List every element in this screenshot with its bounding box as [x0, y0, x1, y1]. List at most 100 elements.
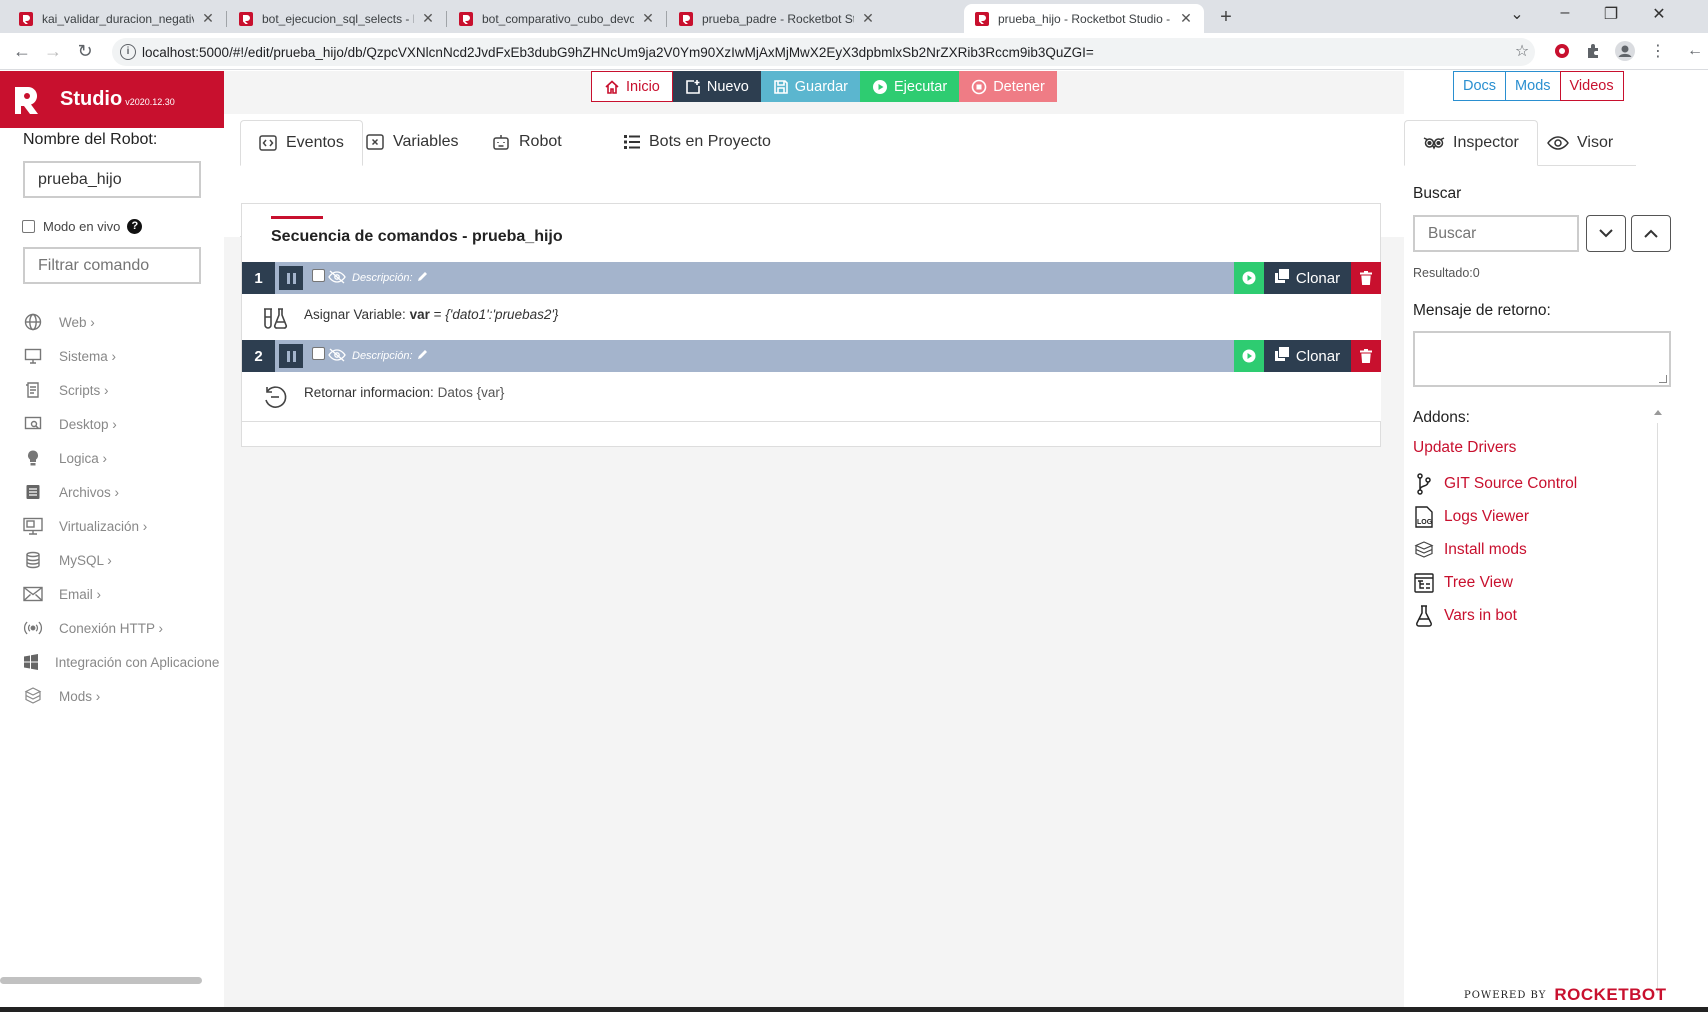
- addon-logs-viewer[interactable]: LOG Logs Viewer: [1413, 505, 1529, 529]
- pause-icon[interactable]: [279, 266, 303, 290]
- addon-tree-view[interactable]: Tree View: [1413, 571, 1513, 595]
- browser-tab-title: prueba_padre - Rocketbot Studio: [702, 11, 854, 26]
- tab-visor[interactable]: Visor: [1529, 120, 1631, 166]
- category-mysql[interactable]: MySQL ›: [23, 550, 219, 570]
- pencil-icon[interactable]: [417, 271, 428, 285]
- bookmark-star-icon[interactable]: ☆: [1511, 40, 1533, 62]
- inicio-button[interactable]: Inicio: [591, 71, 673, 102]
- clone-command-button[interactable]: Clonar: [1264, 340, 1351, 372]
- right-panel-scrollbar[interactable]: [1649, 407, 1667, 1007]
- browser-tab-title: bot_ejecucion_sql_selects - Rocke: [262, 11, 414, 26]
- help-question-icon[interactable]: ?: [127, 219, 143, 234]
- category-scripts[interactable]: Scripts ›: [23, 380, 219, 400]
- docs-button[interactable]: Docs: [1453, 71, 1507, 101]
- return-icon: [265, 386, 287, 408]
- videos-button[interactable]: Videos: [1559, 71, 1624, 101]
- pencil-icon[interactable]: [417, 349, 428, 363]
- search-next-button[interactable]: [1586, 215, 1626, 252]
- command-block[interactable]: 2 Descripción: Clonar Retornar informaci…: [242, 340, 1381, 422]
- close-tab-icon[interactable]: ✕: [860, 10, 876, 27]
- category-label: Desktop ›: [59, 416, 117, 432]
- sidebar-horizontal-scrollbar[interactable]: [0, 977, 202, 984]
- live-mode-checkbox[interactable]: [22, 220, 35, 233]
- extension-red-icon[interactable]: [1551, 40, 1573, 62]
- command-body[interactable]: Retornar informacion: Datos {var}: [242, 372, 1381, 422]
- tab-bots-proyecto[interactable]: Bots en Proyecto: [606, 120, 789, 164]
- side-panel-back-icon[interactable]: ←: [1684, 40, 1706, 62]
- tab-variables[interactable]: Variables: [348, 120, 477, 164]
- command-description[interactable]: Descripción:: [352, 349, 428, 363]
- addon-install-mods[interactable]: Install mods: [1413, 538, 1527, 562]
- profile-avatar-icon[interactable]: [1614, 40, 1636, 62]
- rocketbot-favicon-icon: [238, 11, 254, 27]
- clone-command-button[interactable]: Clonar: [1264, 262, 1351, 294]
- command-body[interactable]: Asignar Variable: var = {'dato1':'prueba…: [242, 294, 1381, 344]
- tab-robot[interactable]: Robot: [474, 120, 580, 164]
- close-tab-icon[interactable]: ✕: [200, 10, 216, 27]
- mods-button[interactable]: Mods: [1505, 71, 1561, 101]
- category-email[interactable]: Email ›: [23, 584, 219, 604]
- reload-icon[interactable]: ↻: [73, 41, 97, 62]
- category-mods[interactable]: Mods ›: [23, 686, 219, 706]
- category-archivos[interactable]: Archivos ›: [23, 482, 219, 502]
- site-info-icon[interactable]: i: [120, 44, 136, 60]
- command-checkbox[interactable]: [312, 347, 325, 360]
- command-value: {var}: [476, 385, 505, 400]
- search-label: Buscar: [1413, 185, 1462, 202]
- chrome-menu-icon[interactable]: ⋮: [1647, 40, 1669, 62]
- delete-command-button[interactable]: [1351, 340, 1381, 372]
- category-virtualizacion[interactable]: Virtualización ›: [23, 516, 219, 536]
- return-message-textarea[interactable]: [1413, 331, 1671, 387]
- browser-tab[interactable]: bot_comparativo_cubo_devolucio ✕: [448, 4, 666, 33]
- search-input[interactable]: [1413, 215, 1579, 252]
- robot-name-input[interactable]: prueba_hijo: [23, 161, 201, 198]
- minimize-icon[interactable]: –: [1550, 4, 1580, 22]
- back-arrow-icon[interactable]: ←: [10, 41, 34, 62]
- browser-tab[interactable]: kai_validar_duracion_negativa - R ✕: [8, 4, 226, 33]
- restore-icon[interactable]: ❐: [1596, 4, 1626, 24]
- close-tab-icon[interactable]: ✕: [1178, 10, 1194, 27]
- new-tab-icon[interactable]: +: [1215, 6, 1237, 29]
- filter-command-input[interactable]: [23, 247, 201, 284]
- rocketbot-favicon-icon: [18, 11, 34, 27]
- update-drivers-link[interactable]: Update Drivers: [1413, 439, 1516, 457]
- category-conexion-http[interactable]: Conexión HTTP ›: [23, 618, 219, 638]
- category-web[interactable]: Web ›: [23, 312, 219, 332]
- command-checkbox[interactable]: [312, 269, 325, 282]
- run-command-button[interactable]: [1234, 340, 1264, 372]
- command-block[interactable]: 1 Descripción: Clonar Asignar Variable: …: [242, 262, 1381, 344]
- command-action: Asignar Variable:: [304, 307, 406, 322]
- ejecutar-button[interactable]: Ejecutar: [859, 71, 960, 102]
- category-logica[interactable]: Logica ›: [23, 448, 219, 468]
- browser-tab-active[interactable]: prueba_hijo - Rocketbot Studio - ✕: [964, 4, 1204, 33]
- tab-search-chevron-icon[interactable]: ⌄: [1502, 4, 1532, 24]
- delete-command-button[interactable]: [1351, 262, 1381, 294]
- detener-button[interactable]: Detener: [959, 71, 1057, 102]
- command-description[interactable]: Descripción:: [352, 271, 428, 285]
- close-tab-icon[interactable]: ✕: [420, 10, 436, 27]
- tab-eventos[interactable]: Eventos: [240, 120, 363, 166]
- extensions-puzzle-icon[interactable]: [1582, 40, 1604, 62]
- browser-tab[interactable]: bot_ejecucion_sql_selects - Rocke ✕: [228, 4, 446, 33]
- nuevo-button[interactable]: Nuevo: [672, 71, 761, 102]
- category-integracion-aplicaciones[interactable]: Integración con Aplicacione: [23, 652, 219, 672]
- url-field[interactable]: i localhost:5000/#!/edit/prueba_hijo/db/…: [112, 38, 1535, 66]
- forward-arrow-icon[interactable]: →: [41, 41, 65, 62]
- close-tab-icon[interactable]: ✕: [640, 10, 656, 27]
- category-sistema[interactable]: Sistema ›: [23, 346, 219, 366]
- addon-git-source-control[interactable]: GIT Source Control: [1413, 472, 1577, 496]
- search-prev-button[interactable]: [1631, 215, 1671, 252]
- sequence-bot-name: prueba_hijo: [471, 228, 563, 245]
- addon-vars-in-bot[interactable]: Vars in bot: [1413, 604, 1517, 628]
- close-window-icon[interactable]: ✕: [1644, 4, 1674, 24]
- browser-tab[interactable]: prueba_padre - Rocketbot Studio ✕: [668, 4, 886, 33]
- live-mode-toggle[interactable]: Modo en vivo ?: [22, 219, 143, 234]
- guardar-button[interactable]: Guardar: [760, 71, 860, 102]
- category-desktop[interactable]: Desktop ›: [23, 414, 219, 434]
- run-command-button[interactable]: [1234, 262, 1264, 294]
- pause-icon[interactable]: [279, 344, 303, 368]
- eye-slash-icon[interactable]: [328, 270, 346, 289]
- tab-inspector[interactable]: Inspector: [1404, 120, 1538, 166]
- flask-variable-icon: [264, 308, 288, 329]
- eye-slash-icon[interactable]: [328, 348, 346, 367]
